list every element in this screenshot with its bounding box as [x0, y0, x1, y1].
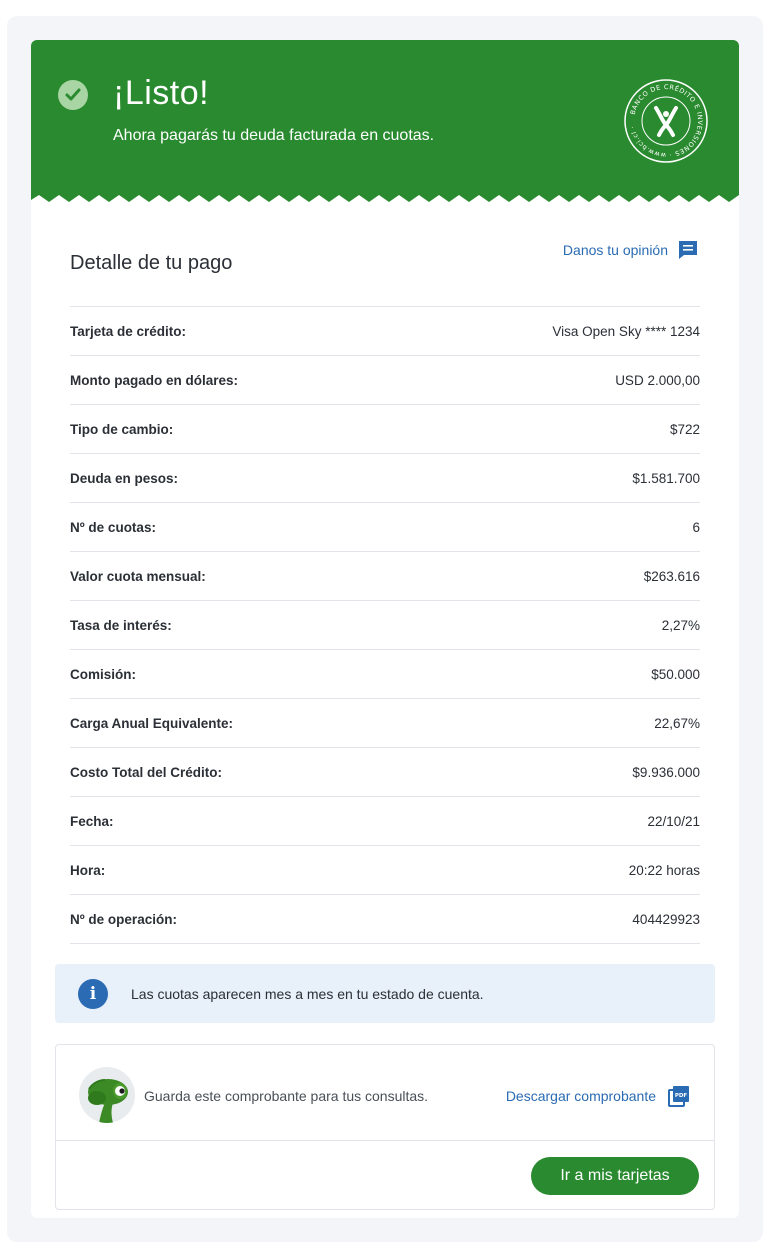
detail-row: Carga Anual Equivalente: 22,67%	[70, 699, 700, 748]
download-label: Descargar comprobante	[505, 1088, 656, 1104]
check-circle-icon	[58, 80, 88, 110]
detail-row: Costo Total del Crédito: $9.936.000	[70, 748, 700, 797]
detail-row-value: 6	[692, 519, 700, 535]
detail-row: Valor cuota mensual: $263.616	[70, 552, 700, 601]
detail-row-label: Deuda en pesos:	[70, 470, 179, 486]
detail-row-label: Valor cuota mensual:	[70, 568, 206, 584]
banner-subtitle: Ahora pagarás tu deuda facturada en cuot…	[113, 127, 435, 144]
detail-row-value: 2,27%	[661, 617, 700, 633]
download-receipt-link[interactable]: Descargar comprobante PDF	[506, 1085, 690, 1107]
detail-row-value: $9.936.000	[632, 764, 700, 780]
info-notice: i Las cuotas aparecen mes a mes en tu es…	[55, 964, 715, 1023]
receipt-panel: Guarda este comprobante para tus consult…	[55, 1044, 715, 1210]
detail-header: Detalle de tu pago Danos tu opinión	[70, 240, 700, 290]
detail-row-label: Nº de operación:	[70, 911, 177, 927]
detail-row: Hora: 20:22 horas	[70, 846, 700, 895]
mascot-avatar	[79, 1067, 135, 1123]
detail-row: Tasa de interés: 2,27%	[70, 601, 700, 650]
detail-title: Detalle de tu pago	[70, 252, 233, 274]
detail-row-value: $50.000	[651, 666, 700, 682]
bci-seal-logo: BANCO DE CRÉDITO E INVERSIONES · www.bci…	[624, 79, 708, 163]
page-background: ¡Listo! Ahora pagarás tu deuda facturada…	[7, 16, 763, 1242]
detail-row: Fecha: 22/10/21	[70, 797, 700, 846]
pdf-icon: PDF	[668, 1086, 689, 1107]
detail-row-value: 22,67%	[654, 715, 700, 731]
confirmation-card: ¡Listo! Ahora pagarás tu deuda facturada…	[31, 40, 739, 1218]
go-to-cards-button[interactable]: Ir a mis tarjetas	[531, 1157, 699, 1195]
info-text: Las cuotas aparecen mes a mes en tu esta…	[131, 985, 484, 1002]
detail-row: Nº de cuotas: 6	[70, 503, 700, 552]
detail-row-value: USD 2.000,00	[615, 372, 700, 388]
detail-row: Nº de operación: 404429923	[70, 895, 700, 944]
detail-row-label: Costo Total del Crédito:	[70, 764, 222, 780]
detail-row-label: Carga Anual Equivalente:	[70, 715, 234, 731]
detail-row-value: 20:22 horas	[628, 862, 700, 878]
detail-row-label: Tasa de interés:	[70, 617, 172, 633]
detail-row: Deuda en pesos: $1.581.700	[70, 454, 700, 503]
detail-row-label: Fecha:	[70, 813, 114, 829]
detail-row: Tipo de cambio: $722	[70, 405, 700, 454]
svg-text:BANCO DE CRÉDITO E INVERSIONES: BANCO DE CRÉDITO E INVERSIONES · www.bci…	[628, 83, 704, 159]
detail-row-label: Monto pagado en dólares:	[70, 372, 239, 388]
detail-row-label: Nº de cuotas:	[70, 519, 156, 535]
detail-row-value: 22/10/21	[647, 813, 700, 829]
chat-icon	[679, 241, 697, 259]
feedback-label: Danos tu opinión	[562, 242, 668, 258]
detail-row-value: $263.616	[643, 568, 700, 584]
detail-row: Tarjeta de crédito: Visa Open Sky **** 12…	[70, 307, 700, 356]
payment-detail-list: Tarjeta de crédito: Visa Open Sky **** 12…	[70, 306, 700, 944]
feedback-link[interactable]: Danos tu opinión	[563, 240, 698, 260]
detail-row: Comisión: $50.000	[70, 650, 700, 699]
info-icon: i	[78, 978, 108, 1009]
receipt-hint: Guarda este comprobante para tus consult…	[144, 1088, 429, 1104]
pdf-badge-text: PDF	[675, 1093, 688, 1099]
detail-row-value: $1.581.700	[632, 470, 700, 486]
detail-row-label: Tipo de cambio:	[70, 421, 174, 437]
detail-row-label: Tarjeta de crédito:	[70, 323, 187, 339]
detail-row-label: Hora:	[70, 862, 106, 878]
detail-row-value: Visa Open Sky **** 1234	[552, 323, 700, 339]
detail-row: Monto pagado en dólares: USD 2.000,00	[70, 356, 700, 405]
receipt-top: Guarda este comprobante para tus consult…	[56, 1045, 714, 1141]
detail-row-value: 404429923	[632, 911, 700, 927]
detail-row-value: $722	[669, 421, 700, 437]
success-banner: ¡Listo! Ahora pagarás tu deuda facturada…	[31, 40, 739, 204]
banner-title: ¡Listo!	[113, 74, 210, 112]
detail-row-label: Comisión:	[70, 666, 136, 682]
